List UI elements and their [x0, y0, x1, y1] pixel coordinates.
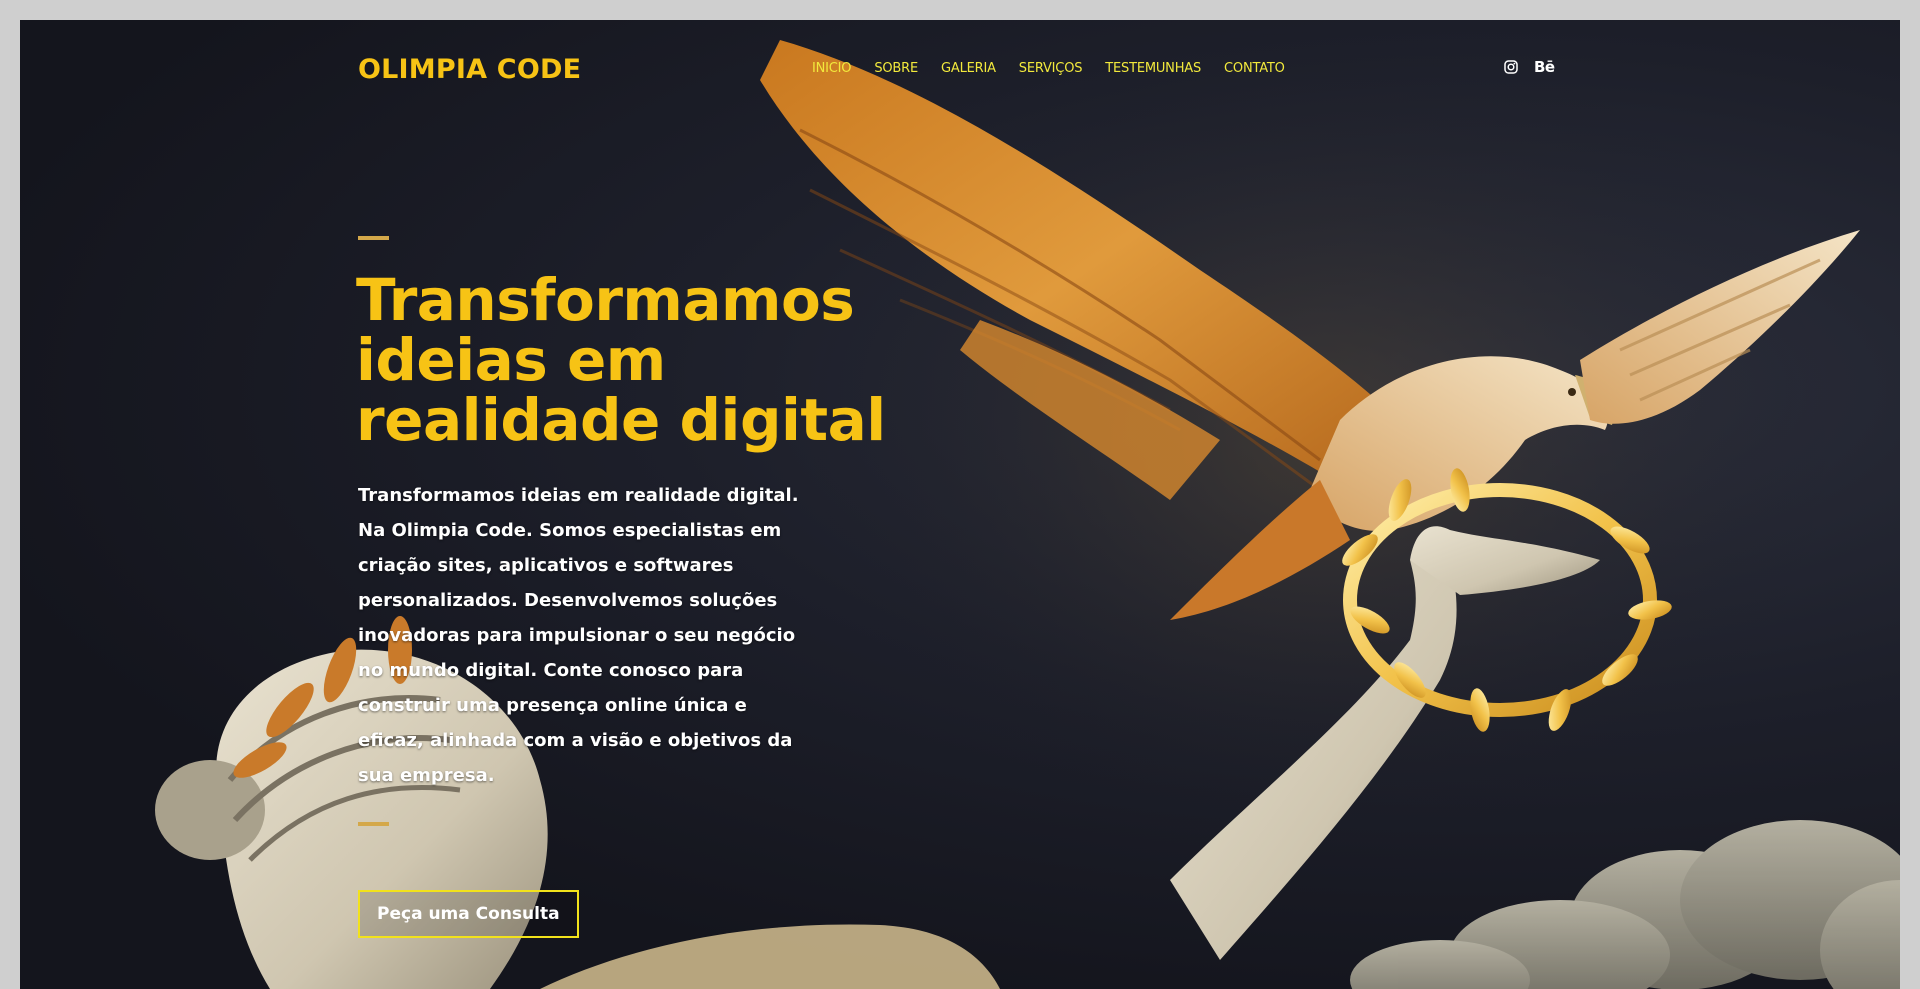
- nav-item-galeria[interactable]: GALERIA: [941, 61, 996, 76]
- nav-item-inicio[interactable]: INICIO: [812, 61, 852, 76]
- hero-title-line-3: realidade digital: [356, 386, 886, 454]
- nav-item-contato[interactable]: CONTATO: [1224, 61, 1285, 76]
- nav-item-servicos[interactable]: SERVIÇOS: [1019, 61, 1083, 76]
- nav-item-sobre[interactable]: SOBRE: [874, 61, 918, 76]
- page-frame: OLIMPIA CODE INICIO SOBRE GALERIA SERVIÇ…: [20, 20, 1900, 989]
- social-links: Bē: [1502, 58, 1555, 76]
- behance-icon[interactable]: Bē: [1534, 58, 1555, 76]
- nav-item-testemunhas[interactable]: TESTEMUNHAS: [1105, 61, 1201, 76]
- hero-title-line-2: ideias em: [356, 326, 666, 394]
- title-accent-bar: [358, 236, 389, 240]
- hero-background-image: [155, 20, 1900, 989]
- hero-title-line-1: Transformamos: [356, 266, 855, 334]
- brand-logo[interactable]: OLIMPIA CODE: [358, 54, 581, 85]
- consultation-button[interactable]: Peça uma Consulta: [358, 890, 579, 938]
- hero-description: Transformamos ideias em realidade digita…: [358, 485, 799, 786]
- cta-accent-bar: [358, 822, 389, 826]
- hero-title: Transformamos ideias em realidade digita…: [356, 270, 976, 450]
- main-nav: INICIO SOBRE GALERIA SERVIÇOS TESTEMUNHA…: [812, 61, 1308, 76]
- instagram-icon[interactable]: [1502, 58, 1520, 76]
